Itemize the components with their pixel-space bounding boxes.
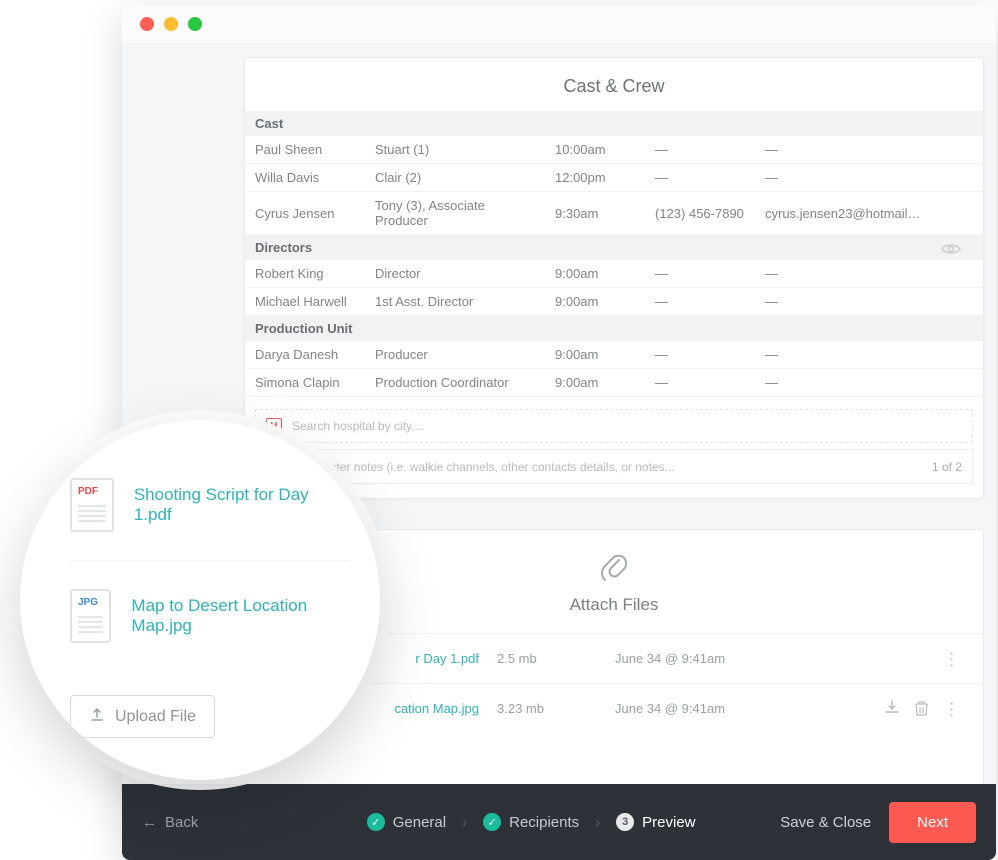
step-label: General (393, 814, 446, 831)
cell-name: Michael Harwell (245, 288, 365, 316)
next-button[interactable]: Next (889, 802, 976, 843)
table-row: Darya Danesh Producer 9:00am — — (245, 341, 983, 369)
cell-time: 10:00am (545, 136, 645, 164)
crew-table: Cast Paul Sheen Stuart (1) 10:00am — — W… (245, 111, 983, 397)
cell-time: 9:00am (545, 288, 645, 316)
cell-time: 9:00am (545, 369, 645, 397)
step-number-badge: 3 (616, 813, 634, 831)
window-minimize-dot[interactable] (164, 17, 178, 31)
chevron-right-icon: › (462, 814, 467, 831)
table-row: Robert King Director 9:00am — — (245, 260, 983, 288)
cell-time: 9:00am (545, 341, 645, 369)
table-row: Paul Sheen Stuart (1) 10:00am — — (245, 136, 983, 164)
window-zoom-dot[interactable] (188, 17, 202, 31)
cell-role: Director (365, 260, 545, 288)
cell-role: Producer (365, 341, 545, 369)
file-type-icon: PDF (70, 478, 114, 532)
sheet-title: Cast & Crew (245, 58, 983, 111)
back-button[interactable]: ← Back (142, 814, 282, 831)
wizard-bottom-bar: ← Back ✓ General › ✓ Recipients › 3 Prev… (122, 784, 996, 860)
step-recipients[interactable]: ✓ Recipients (483, 813, 579, 831)
upload-label: Upload File (115, 708, 196, 726)
eye-icon[interactable] (941, 242, 961, 261)
cell-time: 9:00am (545, 260, 645, 288)
file-type-icon: JPG (70, 589, 111, 643)
cell-role: Clair (2) (365, 164, 545, 192)
cell-name: Willa Davis (245, 164, 365, 192)
more-icon[interactable]: ⋯ (941, 651, 962, 667)
more-icon[interactable]: ⋯ (941, 701, 962, 717)
cell-email: cyrus.jensen23@hotmail… (755, 192, 983, 235)
save-and-close-button[interactable]: Save & Close (780, 814, 871, 831)
cell-name: Robert King (245, 260, 365, 288)
hospital-icon: H (266, 418, 282, 434)
cell-name: Simona Clapin (245, 369, 365, 397)
group-header-production: Production Unit (245, 316, 983, 342)
cell-phone: (123) 456-7890 (645, 192, 755, 235)
check-icon: ✓ (367, 813, 385, 831)
file-size: 3.23 mb (497, 701, 597, 716)
download-icon[interactable] (884, 699, 900, 719)
file-size: 2.5 mb (497, 651, 597, 666)
table-row: Willa Davis Clair (2) 12:00pm — — (245, 164, 983, 192)
cell-role: Stuart (1) (365, 136, 545, 164)
file-row: cation Map.jpg 3.23 mb June 34 @ 9:41am … (245, 683, 983, 733)
cell-phone: — (645, 260, 755, 288)
hospital-placeholder: Search hospital by city.... (292, 419, 425, 433)
arrow-left-icon: ← (142, 814, 157, 831)
callsheet-card: Cast & Crew Cast Paul Sheen Stuart (1) 1… (244, 57, 984, 499)
cell-name: Paul Sheen (245, 136, 365, 164)
table-row: Michael Harwell 1st Asst. Director 9:00a… (245, 288, 983, 316)
table-row: Simona Clapin Production Coordinator 9:0… (245, 369, 983, 397)
cell-time: 12:00pm (545, 164, 645, 192)
file-name[interactable]: Map to Desert Location Map.jpg (131, 596, 350, 636)
step-general[interactable]: ✓ General (367, 813, 446, 831)
hospital-search-input[interactable]: H Search hospital by city.... (255, 409, 973, 443)
back-label: Back (165, 814, 198, 831)
chevron-right-icon: › (595, 814, 600, 831)
cell-name: Darya Danesh (245, 341, 365, 369)
cell-phone: — (645, 164, 755, 192)
upload-file-button[interactable]: Upload File (70, 695, 215, 738)
cell-phone: — (645, 136, 755, 164)
cell-email: — (755, 260, 983, 288)
cell-time: 9:30am (545, 192, 645, 235)
step-label: Preview (642, 814, 695, 831)
cell-email: — (755, 288, 983, 316)
trash-icon[interactable] (914, 700, 929, 717)
file-row: PDF Shooting Script for Day 1.pdf (70, 450, 350, 561)
cell-phone: — (645, 369, 755, 397)
cell-email: — (755, 341, 983, 369)
footer-notes-input[interactable]: ✻ Enter footer notes (i.e. walkie channe… (255, 449, 973, 484)
cell-role: Production Coordinator (365, 369, 545, 397)
page-count: 1 of 2 (932, 460, 962, 474)
cell-role: Tony (3), Associate Producer (365, 192, 545, 235)
file-row: JPG Map to Desert Location Map.jpg (70, 561, 350, 671)
file-ext-badge: PDF (78, 486, 98, 497)
group-header-cast: Cast (245, 111, 983, 136)
wizard-steps: ✓ General › ✓ Recipients › 3 Preview (282, 813, 780, 831)
window-titlebar (122, 5, 996, 43)
file-date: June 34 @ 9:41am (615, 701, 866, 716)
step-label: Recipients (509, 814, 579, 831)
cell-phone: — (645, 341, 755, 369)
cell-email: — (755, 136, 983, 164)
cell-email: — (755, 369, 983, 397)
table-row: Cyrus Jensen Tony (3), Associate Produce… (245, 192, 983, 235)
check-icon: ✓ (483, 813, 501, 831)
group-header-directors: Directors (245, 235, 983, 261)
file-date: June 34 @ 9:41am (615, 651, 925, 666)
zoom-lens-overlay: PDF Shooting Script for Day 1.pdf JPG Ma… (20, 420, 380, 780)
cell-email: — (755, 164, 983, 192)
footer-placeholder: Enter footer notes (i.e. walkie channels… (288, 460, 675, 474)
upload-icon (89, 706, 105, 727)
file-name[interactable]: Shooting Script for Day 1.pdf (134, 485, 350, 525)
step-preview[interactable]: 3 Preview (616, 813, 695, 831)
cell-role: 1st Asst. Director (365, 288, 545, 316)
cell-name: Cyrus Jensen (245, 192, 365, 235)
cell-phone: — (645, 288, 755, 316)
file-ext-badge: JPG (78, 597, 98, 608)
window-close-dot[interactable] (140, 17, 154, 31)
